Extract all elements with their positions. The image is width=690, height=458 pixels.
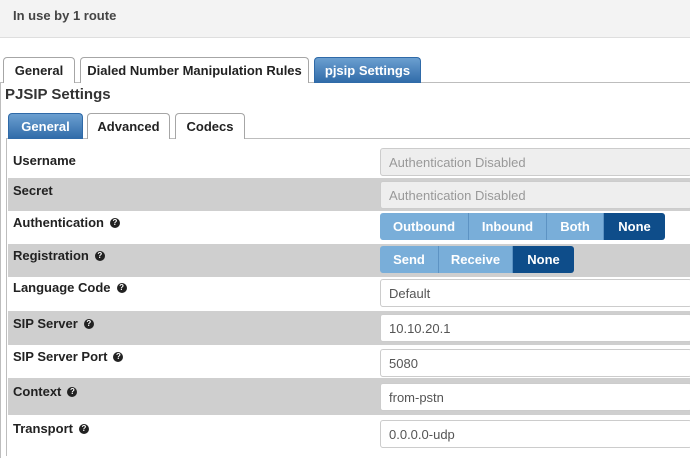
authentication-outbound-button[interactable]: Outbound: [380, 213, 469, 240]
authentication-toggle: Outbound Inbound Both None: [380, 213, 665, 240]
row-authentication: Authentication ? Outbound Inbound Both N…: [8, 211, 690, 244]
section-title: PJSIP Settings: [5, 86, 111, 103]
sip-server-label: SIP Server ?: [13, 316, 94, 331]
row-context: Context ?: [8, 378, 690, 415]
authentication-inbound-button[interactable]: Inbound: [469, 213, 547, 240]
row-secret: Secret: [8, 178, 690, 211]
question-circle-icon[interactable]: ?: [94, 250, 105, 261]
registration-label: Registration ?: [13, 248, 105, 263]
sip-server-field[interactable]: [380, 314, 690, 342]
registration-receive-button[interactable]: Receive: [439, 246, 513, 273]
context-field[interactable]: [380, 383, 690, 411]
row-sip-server: SIP Server ?: [8, 311, 690, 345]
language-code-select[interactable]: [380, 279, 690, 307]
context-label: Context ?: [13, 384, 78, 399]
question-circle-icon[interactable]: ?: [116, 282, 127, 293]
row-username: Username: [8, 144, 690, 178]
sip-server-port-field[interactable]: [380, 349, 690, 377]
row-registration: Registration ? Send Receive None: [8, 244, 690, 277]
sip-server-port-label: SIP Server Port ?: [13, 349, 124, 364]
username-label: Username: [13, 153, 76, 168]
route-usage-text: In use by 1 route: [13, 8, 117, 23]
language-code-label: Language Code ?: [13, 280, 127, 295]
row-language-code: Language Code ?: [8, 277, 690, 311]
row-sip-server-port: SIP Server Port ?: [8, 345, 690, 378]
registration-toggle: Send Receive None: [380, 246, 574, 273]
tab-general[interactable]: General: [3, 57, 75, 83]
authentication-label: Authentication ?: [13, 215, 120, 230]
authentication-none-button[interactable]: None: [604, 213, 665, 240]
authentication-both-button[interactable]: Both: [547, 213, 604, 240]
tab-pjsip-settings[interactable]: pjsip Settings: [314, 57, 421, 83]
subtab-codecs[interactable]: Codecs: [175, 113, 245, 139]
question-circle-icon[interactable]: ?: [110, 217, 120, 228]
username-field[interactable]: [380, 148, 690, 176]
question-circle-icon[interactable]: ?: [113, 351, 124, 362]
registration-send-button[interactable]: Send: [380, 246, 439, 273]
question-circle-icon[interactable]: ?: [67, 386, 78, 397]
subtab-general[interactable]: General: [8, 113, 83, 139]
transport-select[interactable]: [380, 420, 690, 448]
secret-field[interactable]: [380, 181, 690, 209]
secret-label: Secret: [13, 183, 53, 198]
registration-none-button[interactable]: None: [513, 246, 574, 273]
question-circle-icon[interactable]: ?: [78, 423, 89, 434]
route-usage-banner: In use by 1 route: [0, 0, 690, 38]
transport-label: Transport ?: [13, 421, 89, 436]
tab-dialed-number-manipulation-rules[interactable]: Dialed Number Manipulation Rules: [80, 57, 309, 83]
row-transport: Transport ?: [8, 415, 690, 455]
question-circle-icon[interactable]: ?: [83, 318, 94, 329]
subtab-advanced[interactable]: Advanced: [87, 113, 170, 139]
